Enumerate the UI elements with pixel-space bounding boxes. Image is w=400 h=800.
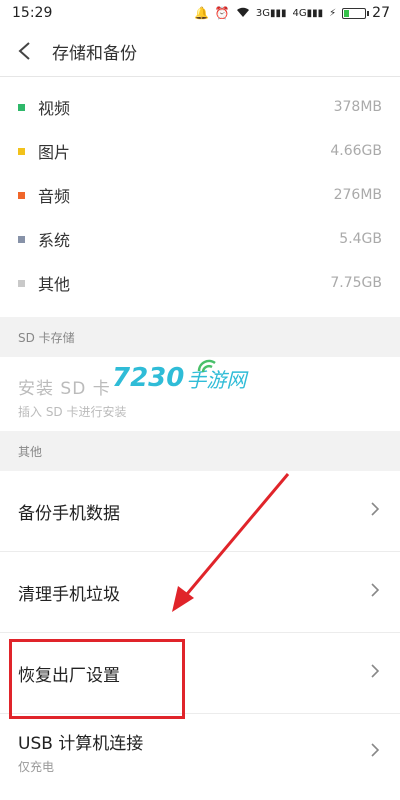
signal-4g-icon: 4G▮▮▮ [292,7,324,19]
charging-icon: ⚡ [329,7,337,19]
chevron-right-icon [370,742,380,762]
status-icons: 🔔 ⏰ 3G▮▮▮ 4G▮▮▮ ⚡ 27 [194,5,390,21]
usb-connection-item[interactable]: USB 计算机连接 仅充电 [0,714,400,790]
usage-value: 276MB [333,187,382,203]
wifi-icon [236,6,250,21]
status-time: 15:29 [12,5,53,21]
install-sd-subtitle: 插入 SD 卡进行安装 [18,405,127,419]
clean-phone-junk-item[interactable]: 清理手机垃圾 [0,552,400,633]
usage-label: 视频 [38,99,71,118]
signal-3g-label: 3G [255,7,270,19]
item-subtitle: 仅充电 [18,760,55,774]
back-button[interactable] [0,26,50,76]
watermark-number: 7230 [112,363,185,393]
usage-value: 378MB [333,99,382,115]
backup-phone-data-item[interactable]: 备份手机数据 [0,471,400,552]
legend-swatch-images [18,147,25,155]
page-title: 存储和备份 [52,43,137,64]
usage-row-other: 其他 7.75GB [0,261,400,305]
watermark-signal-icon [197,359,216,373]
legend-swatch-video [18,103,25,111]
item-label: 备份手机数据 [18,503,120,524]
usage-label: 图片 [38,143,71,162]
notification-bell-icon: 🔔 [193,6,209,20]
usage-row-video: 视频 378MB [0,85,400,129]
item-label: USB 计算机连接 [18,734,144,754]
factory-reset-item[interactable]: 恢复出厂设置 [0,633,400,714]
section-header-other: 其他 [0,431,400,471]
usage-row-system: 系统 5.4GB [0,217,400,261]
signal-3g-icon: 3G▮▮▮ [255,7,287,19]
chevron-left-icon [18,42,30,60]
signal-4g-label: 4G [292,7,307,19]
status-bar: 15:29 🔔 ⏰ 3G▮▮▮ 4G▮▮▮ ⚡ 27 [0,0,400,26]
storage-usage-list: 视频 378MB 图片 4.66GB 音频 276MB 系统 5.4GB 其他 … [0,77,400,305]
watermark-logo: 7230 手游网 [112,359,246,393]
usage-value: 4.66GB [330,143,382,159]
install-sd-card-item: 安装 SD 卡 插入 SD 卡进行安装 7230 手游网 [0,357,400,419]
legend-swatch-system [18,235,25,243]
usage-value: 5.4GB [339,231,382,247]
battery-icon [342,7,370,19]
battery-fill [344,9,350,17]
usage-label: 其他 [38,275,71,294]
legend-swatch-audio [18,191,25,199]
item-label: 清理手机垃圾 [18,584,120,605]
chevron-right-icon [370,582,380,602]
battery-percent: 27 [372,5,390,21]
header: 存储和备份 [0,26,400,77]
usage-label: 音频 [38,187,71,206]
chevron-right-icon [370,501,380,521]
usage-row-images: 图片 4.66GB [0,129,400,173]
alarm-clock-icon: ⏰ [214,6,230,20]
chevron-right-icon [370,663,380,683]
item-label: 恢复出厂设置 [18,665,120,686]
usage-row-audio: 音频 276MB [0,173,400,217]
usage-label: 系统 [38,231,71,250]
section-header-sd: SD 卡存储 [0,317,400,357]
legend-swatch-other [18,279,25,287]
usage-value: 7.75GB [330,275,382,291]
